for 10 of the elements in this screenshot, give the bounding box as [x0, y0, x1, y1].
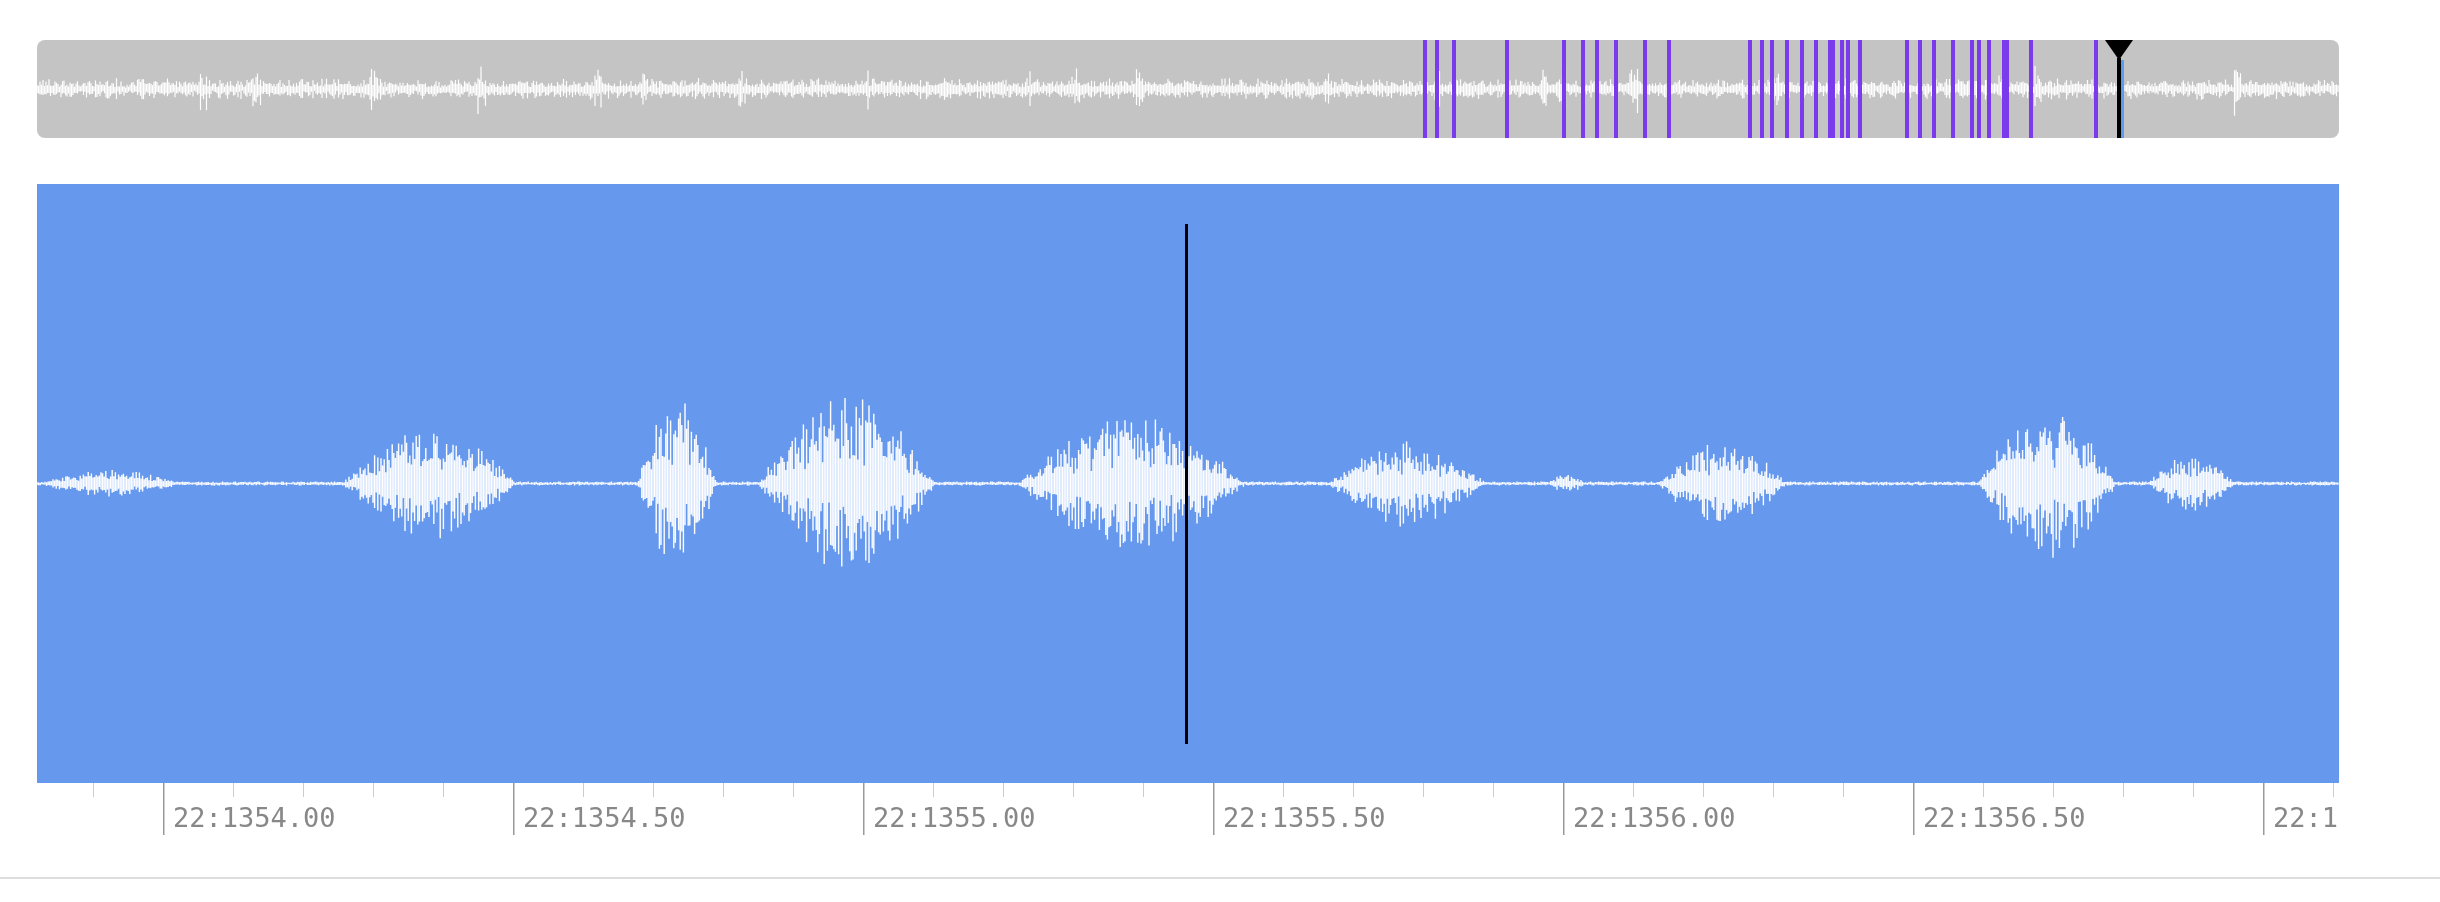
waveform-panel[interactable]: [37, 184, 2339, 783]
time-axis-label: 22:1: [2273, 801, 2339, 835]
time-axis-label: 22:1354.50: [523, 801, 686, 835]
playhead-marker-icon[interactable]: [2103, 40, 2135, 138]
time-axis-label: 22:1355.50: [1223, 801, 1386, 835]
overview-waveform-panel[interactable]: [37, 40, 2339, 138]
time-axis-label: 22:1356.00: [1573, 801, 1736, 835]
time-axis-label: 22:1354.00: [173, 801, 336, 835]
time-axis-label: 22:1355.00: [873, 801, 1036, 835]
time-axis-label: 22:1356.50: [1923, 801, 2086, 835]
